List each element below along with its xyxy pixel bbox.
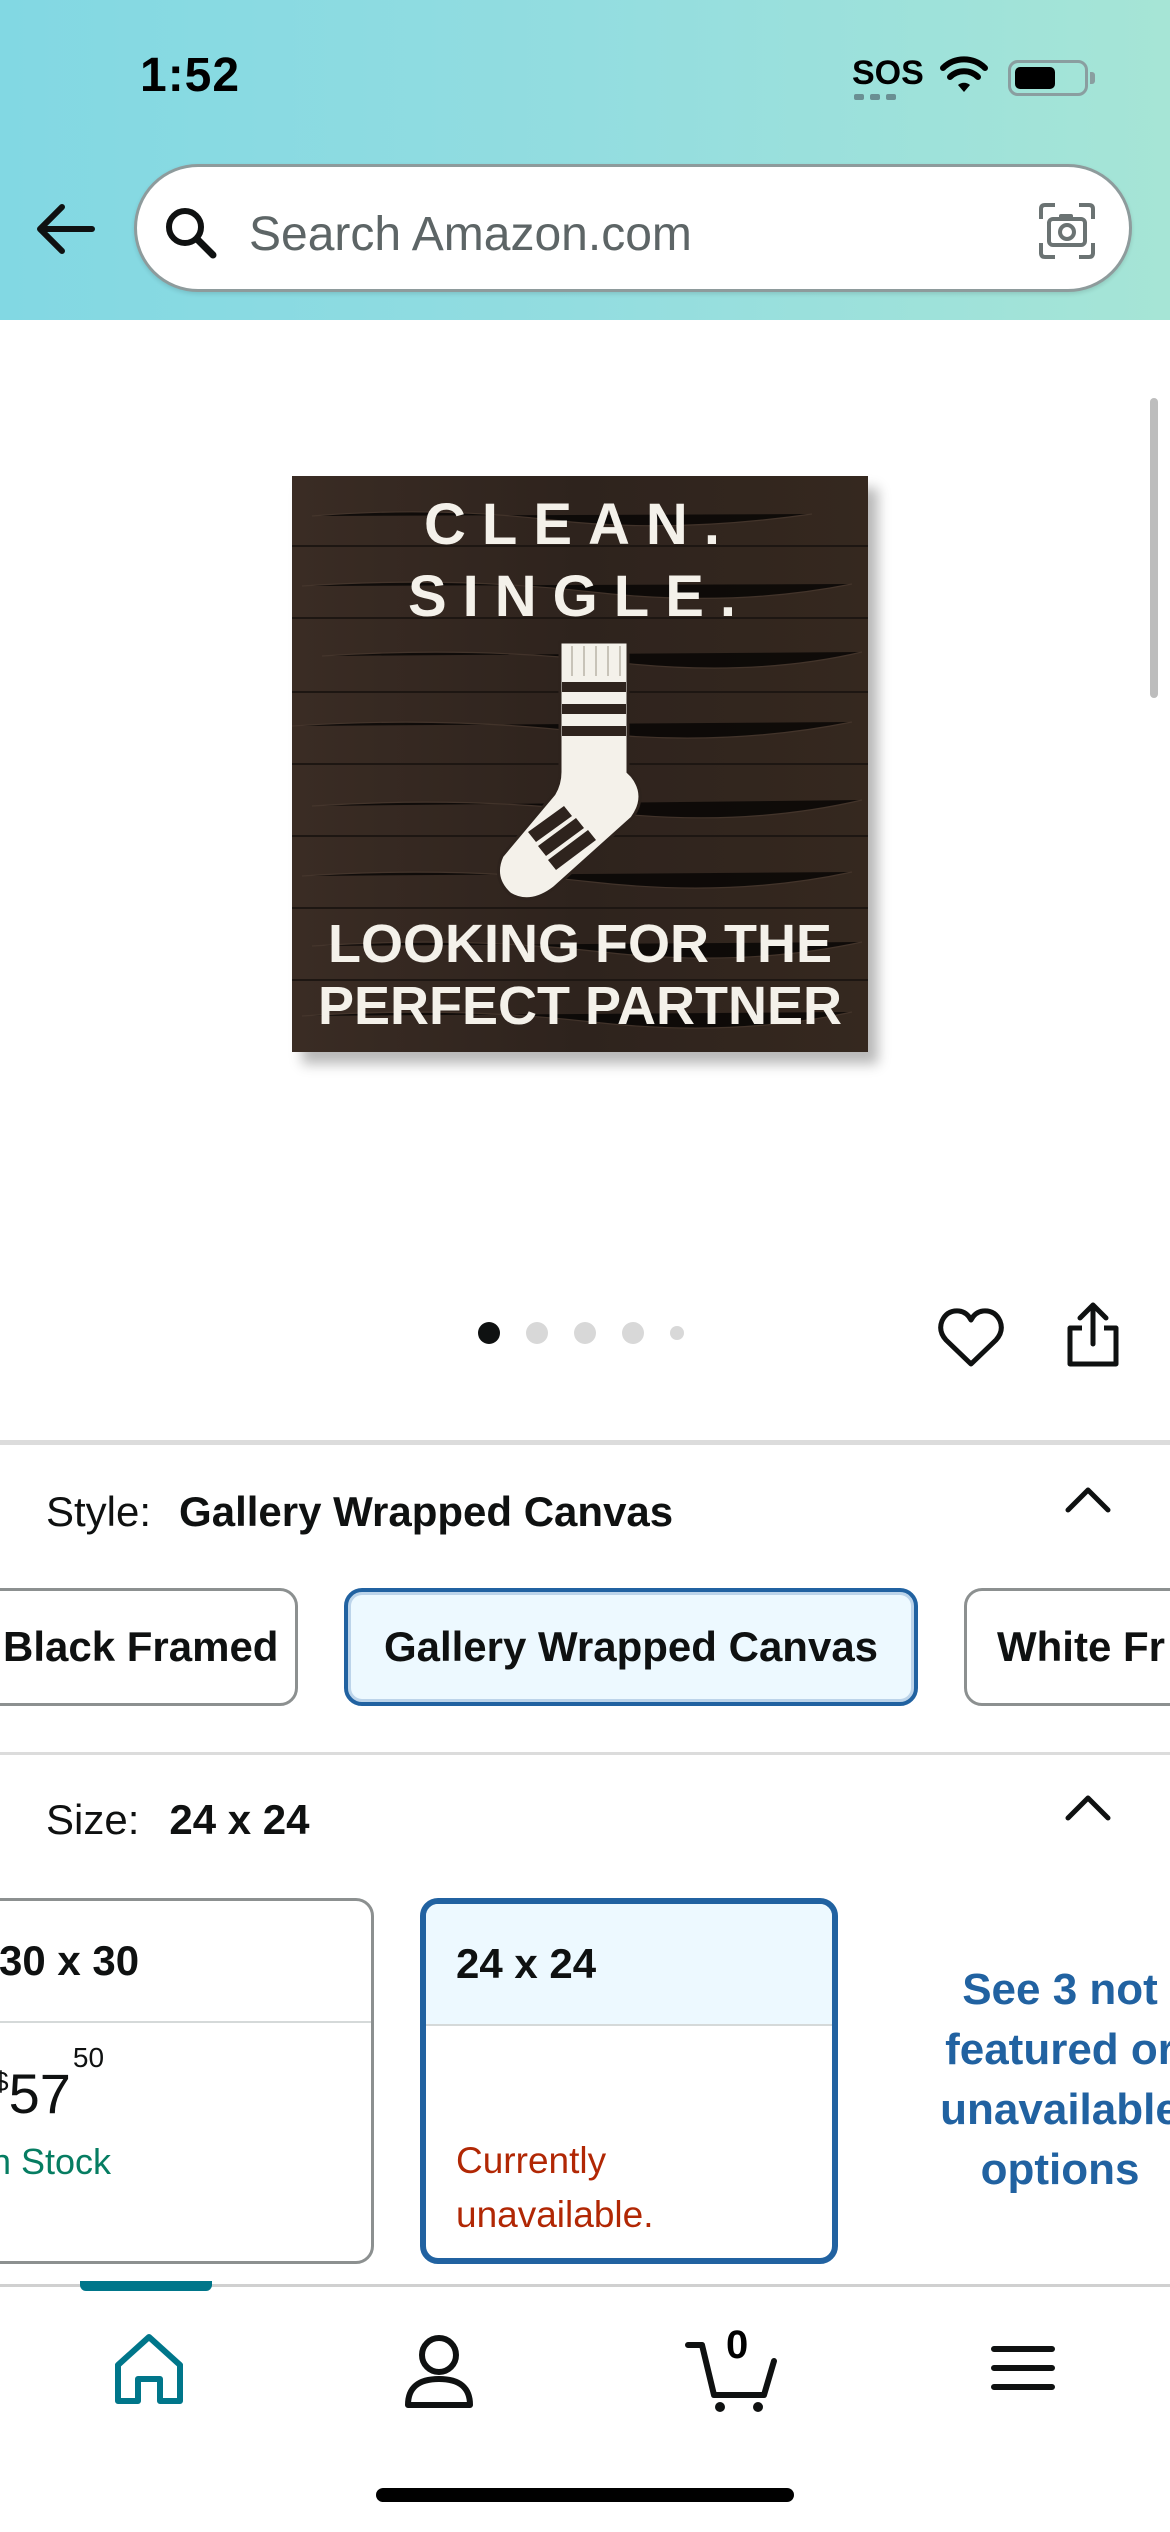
search-icon <box>166 208 217 259</box>
style-selected-value: Gallery Wrapped Canvas <box>179 1488 674 1535</box>
wifi-icon <box>940 56 988 92</box>
home-indicator[interactable] <box>376 2488 794 2502</box>
availability-unavailable: Currently unavailable. <box>456 2140 654 2235</box>
style-collapse-chevron-up-icon[interactable] <box>1064 1484 1112 1514</box>
status-time: 1:52 <box>140 49 241 102</box>
print-line-4: PERFECT PARTNER <box>318 976 842 1036</box>
style-option-white-framed[interactable]: White Fr <box>964 1588 1170 1706</box>
share-icon[interactable] <box>1062 1300 1124 1370</box>
section-divider <box>0 1752 1170 1755</box>
sos-indicator: SOS <box>852 54 924 92</box>
section-divider <box>0 1440 1170 1445</box>
cart-count: 0 <box>726 2323 749 2367</box>
style-label: Style: <box>46 1488 152 1535</box>
heart-icon[interactable] <box>936 1304 1006 1374</box>
see-unavailable-options-link[interactable]: See 3 not featured or unavailable option… <box>920 1960 1170 2200</box>
back-arrow-icon[interactable] <box>34 198 96 260</box>
size-option-name: 30 x 30 <box>0 1901 371 2023</box>
availability-in-stock: In Stock <box>0 2141 112 2182</box>
print-line-1: CLEAN. <box>424 492 736 557</box>
product-image[interactable]: CLEAN. SINGLE. LOOKING FOR THE PERFECT P… <box>292 476 868 1052</box>
menu-icon[interactable] <box>978 2323 1068 2413</box>
account-icon[interactable] <box>394 2323 484 2413</box>
style-label-row: Style: Gallery Wrapped Canvas <box>46 1488 673 1536</box>
battery-icon <box>1008 60 1088 96</box>
search-placeholder: Search Amazon.com <box>249 208 692 261</box>
price: $5750 <box>0 2042 105 2125</box>
print-line-3: LOOKING FOR THE <box>328 914 832 974</box>
size-option-24x24[interactable]: 24 x 24 Currently unavailable. <box>420 1898 838 2264</box>
size-label: Size: <box>46 1796 140 1843</box>
carousel-dot-3[interactable] <box>574 1322 596 1344</box>
style-option-gallery-wrapped-canvas[interactable]: Gallery Wrapped Canvas <box>344 1588 918 1706</box>
home-icon[interactable] <box>104 2323 194 2413</box>
style-option-black-framed[interactable]: Black Framed <box>0 1588 298 1706</box>
image-carousel-dots <box>478 1322 684 1344</box>
camera-icon[interactable] <box>1037 201 1097 261</box>
scrollbar[interactable] <box>1150 398 1158 698</box>
carousel-dot-2[interactable] <box>526 1322 548 1344</box>
print-line-2: SINGLE. <box>408 564 752 629</box>
carousel-dot-5[interactable] <box>670 1326 684 1340</box>
cellular-dots-icon <box>854 94 896 100</box>
search-input[interactable]: Search Amazon.com <box>134 164 1132 292</box>
size-option-name: 24 x 24 <box>426 1904 832 2026</box>
size-label-row: Size: 24 x 24 <box>46 1796 310 1844</box>
carousel-dot-4[interactable] <box>622 1322 644 1344</box>
nav-active-indicator <box>80 2281 212 2291</box>
size-selected-value: 24 x 24 <box>169 1796 310 1843</box>
carousel-dot-1[interactable] <box>478 1322 500 1344</box>
size-option-30x30[interactable]: 30 x 30 $5750 In Stock <box>0 1898 374 2264</box>
size-collapse-chevron-up-icon[interactable] <box>1064 1792 1112 1822</box>
header: 1:52 SOS Search Amazon.com <box>0 0 1170 320</box>
